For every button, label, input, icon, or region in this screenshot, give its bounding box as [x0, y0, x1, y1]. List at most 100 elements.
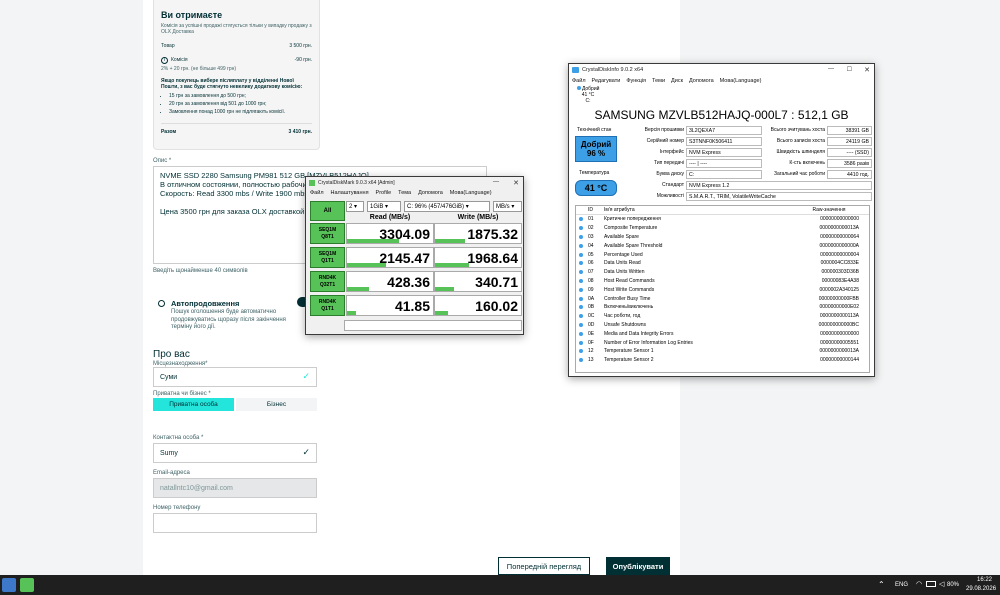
- preview-button[interactable]: Попередній перегляд: [498, 557, 590, 575]
- left-gutter: [0, 0, 140, 575]
- smart-table[interactable]: ID Ім'я атрибута Raw-значення 01 Критичне…: [575, 205, 870, 373]
- table-row[interactable]: 0B Включень/виключень 00000000000E02: [576, 303, 869, 312]
- chevron-up-icon[interactable]: ⌃: [878, 580, 885, 589]
- status-dot-icon: [579, 331, 583, 336]
- test-button[interactable]: RND4K Q32T1: [310, 271, 345, 292]
- phone-input[interactable]: [153, 513, 317, 533]
- attr-id: 02: [588, 225, 594, 232]
- attr-id: 08: [588, 277, 594, 284]
- menu-item[interactable]: Тема: [398, 190, 411, 196]
- attr-raw: 00000000000E02: [819, 304, 860, 311]
- menu-item[interactable]: Налаштування: [331, 190, 369, 196]
- autorenew-radio[interactable]: [158, 300, 165, 307]
- publish-button[interactable]: Опублікувати: [606, 557, 670, 575]
- attr-id: 0B: [588, 304, 595, 311]
- table-row[interactable]: 0E Media and Data Integrity Errors 0000000…: [576, 329, 869, 338]
- table-row[interactable]: 0A Controller Busy Time 00000000000FBB: [576, 294, 869, 303]
- drive-select[interactable]: C: 96% (457/476GiB) ▾: [404, 201, 490, 212]
- field-label: Всього записів хоста: [776, 138, 825, 144]
- menu-item[interactable]: Функція: [626, 78, 646, 84]
- wifi-icon[interactable]: ◠: [916, 580, 922, 588]
- menu-item[interactable]: Допомога: [689, 78, 714, 84]
- table-row[interactable]: 0C Час роботи, год 0000000000113A: [576, 312, 869, 321]
- info-icon[interactable]: i: [161, 57, 168, 64]
- menu-item[interactable]: Мова(Language): [720, 78, 762, 84]
- table-row[interactable]: 02 Composite Temperature 0000000000013A: [576, 224, 869, 233]
- table-row[interactable]: 09 Host Write Commands 0000002A340125: [576, 285, 869, 294]
- table-row[interactable]: 13 Temperature Sensor 2 00000000000144: [576, 356, 869, 365]
- list-item: Замовлення понад 1000 грн не підлягають …: [169, 109, 312, 115]
- attr-id: 13: [588, 357, 594, 364]
- speaker-icon[interactable]: ◁: [939, 580, 944, 588]
- status-dot-icon: [579, 226, 583, 231]
- write-result: 340.71: [434, 271, 522, 292]
- test-button[interactable]: RND4K Q1T1: [310, 295, 345, 316]
- crystaldiskmark-window[interactable]: CrystalDiskMark 9.0.3 x64 [Admin] — ✕ Фа…: [305, 176, 524, 335]
- crystaldiskinfo-window[interactable]: CrystalDiskInfo 9.0.2 x64 — ☐ ✕ Файл Ред…: [568, 63, 875, 377]
- drive-tab[interactable]: Добрий 41 °C C:: [573, 86, 603, 104]
- result-bar: [347, 287, 369, 291]
- cdm-titlebar[interactable]: CrystalDiskMark 9.0.3 x64 [Admin] — ✕: [306, 177, 523, 188]
- maximize-icon[interactable]: ☐: [847, 66, 852, 73]
- menu-item[interactable]: Теми: [652, 78, 665, 84]
- app-icon: [309, 180, 315, 186]
- table-row[interactable]: 03 Available Spare 00000000000064: [576, 233, 869, 242]
- col-name[interactable]: Ім'я атрибута: [604, 207, 799, 213]
- test-button[interactable]: SEQ1M Q1T1: [310, 247, 345, 268]
- table-row[interactable]: 06 Data Units Read 0000004CC833E: [576, 259, 869, 268]
- col-id[interactable]: ID: [588, 207, 604, 213]
- location-input[interactable]: Суми ✓: [153, 367, 317, 387]
- table-row[interactable]: 04 Available Spare Threshold 0000000000000…: [576, 241, 869, 250]
- menu-item[interactable]: Profile: [376, 190, 392, 196]
- close-icon[interactable]: ✕: [513, 179, 519, 187]
- private-option[interactable]: Приватна особа: [153, 398, 234, 411]
- field-label: Інтерфейс: [659, 149, 684, 155]
- size-select[interactable]: 1GiB ▾: [367, 201, 401, 212]
- contact-input[interactable]: Sumy ✓: [153, 443, 317, 463]
- menu-item[interactable]: Диск: [671, 78, 683, 84]
- col-raw[interactable]: Raw-значення: [799, 207, 859, 213]
- commission-value: -90 грн.: [294, 57, 312, 63]
- minimize-icon[interactable]: —: [493, 179, 499, 185]
- cdi-titlebar[interactable]: CrystalDiskInfo 9.0.2 x64 — ☐ ✕: [569, 64, 874, 76]
- clock-time[interactable]: 16:22: [977, 577, 992, 583]
- test-button[interactable]: SEQ1M Q8T1: [310, 223, 345, 244]
- status-dot-icon: [579, 349, 583, 354]
- minimize-icon[interactable]: —: [828, 66, 834, 72]
- about-title: Про вас: [153, 349, 190, 360]
- attr-raw: 0000000000013A: [819, 348, 860, 355]
- attr-id: 04: [588, 242, 594, 249]
- crystaldiskinfo-taskbar-icon[interactable]: [2, 578, 16, 592]
- battery-icon[interactable]: [926, 581, 936, 587]
- result-bar: [435, 263, 470, 267]
- email-input[interactable]: natallntc10@gmail.com: [153, 478, 317, 498]
- earnings-card: Ви отримаєте Комісія за успішні продажі …: [153, 0, 320, 150]
- menu-item[interactable]: Допомога: [418, 190, 443, 196]
- business-option[interactable]: Бізнес: [236, 398, 317, 411]
- table-row[interactable]: 01 Критичне попередження 00000000000000: [576, 215, 869, 224]
- attr-id: 0F: [588, 339, 594, 346]
- table-row[interactable]: 07 Data Units Written 000000303D36B: [576, 268, 869, 277]
- menu-item[interactable]: Редагувати: [592, 78, 621, 84]
- commission-sub: 2% + 20 грн. (не більше 499 грн): [161, 66, 237, 72]
- read-result: 41.85: [346, 295, 434, 316]
- table-row[interactable]: 0F Number of Error Information Log Entrie…: [576, 338, 869, 347]
- menu-item[interactable]: Файл: [572, 78, 586, 84]
- table-row[interactable]: 05 Percentage Used 00000000000004: [576, 250, 869, 259]
- table-row[interactable]: 12 Temperature Sensor 1 0000000000013A: [576, 347, 869, 356]
- extra-list: 15 грн за замовлення до 500 грн; 20 грн …: [169, 93, 312, 115]
- unit-select[interactable]: MB/s ▾: [493, 201, 522, 212]
- clock-date[interactable]: 29.08.2026: [966, 586, 996, 592]
- count-select[interactable]: 2 ▾: [346, 201, 364, 212]
- table-row[interactable]: 08 Host Read Commands 00000083E4A38: [576, 277, 869, 286]
- menu-item[interactable]: Мова(Language): [450, 190, 492, 196]
- list-item: 15 грн за замовлення до 500 грн;: [169, 93, 312, 99]
- close-icon[interactable]: ✕: [864, 66, 870, 74]
- table-row[interactable]: 0D Unsafe Shutdowns 000000000000BC: [576, 321, 869, 330]
- menu-item[interactable]: Файл: [310, 190, 324, 196]
- crystaldiskmark-taskbar-icon[interactable]: [20, 578, 34, 592]
- attr-name: Час роботи, год: [604, 313, 641, 320]
- attr-id: 03: [588, 233, 594, 240]
- language-indicator[interactable]: ENG: [895, 582, 908, 588]
- all-button[interactable]: All: [310, 201, 345, 221]
